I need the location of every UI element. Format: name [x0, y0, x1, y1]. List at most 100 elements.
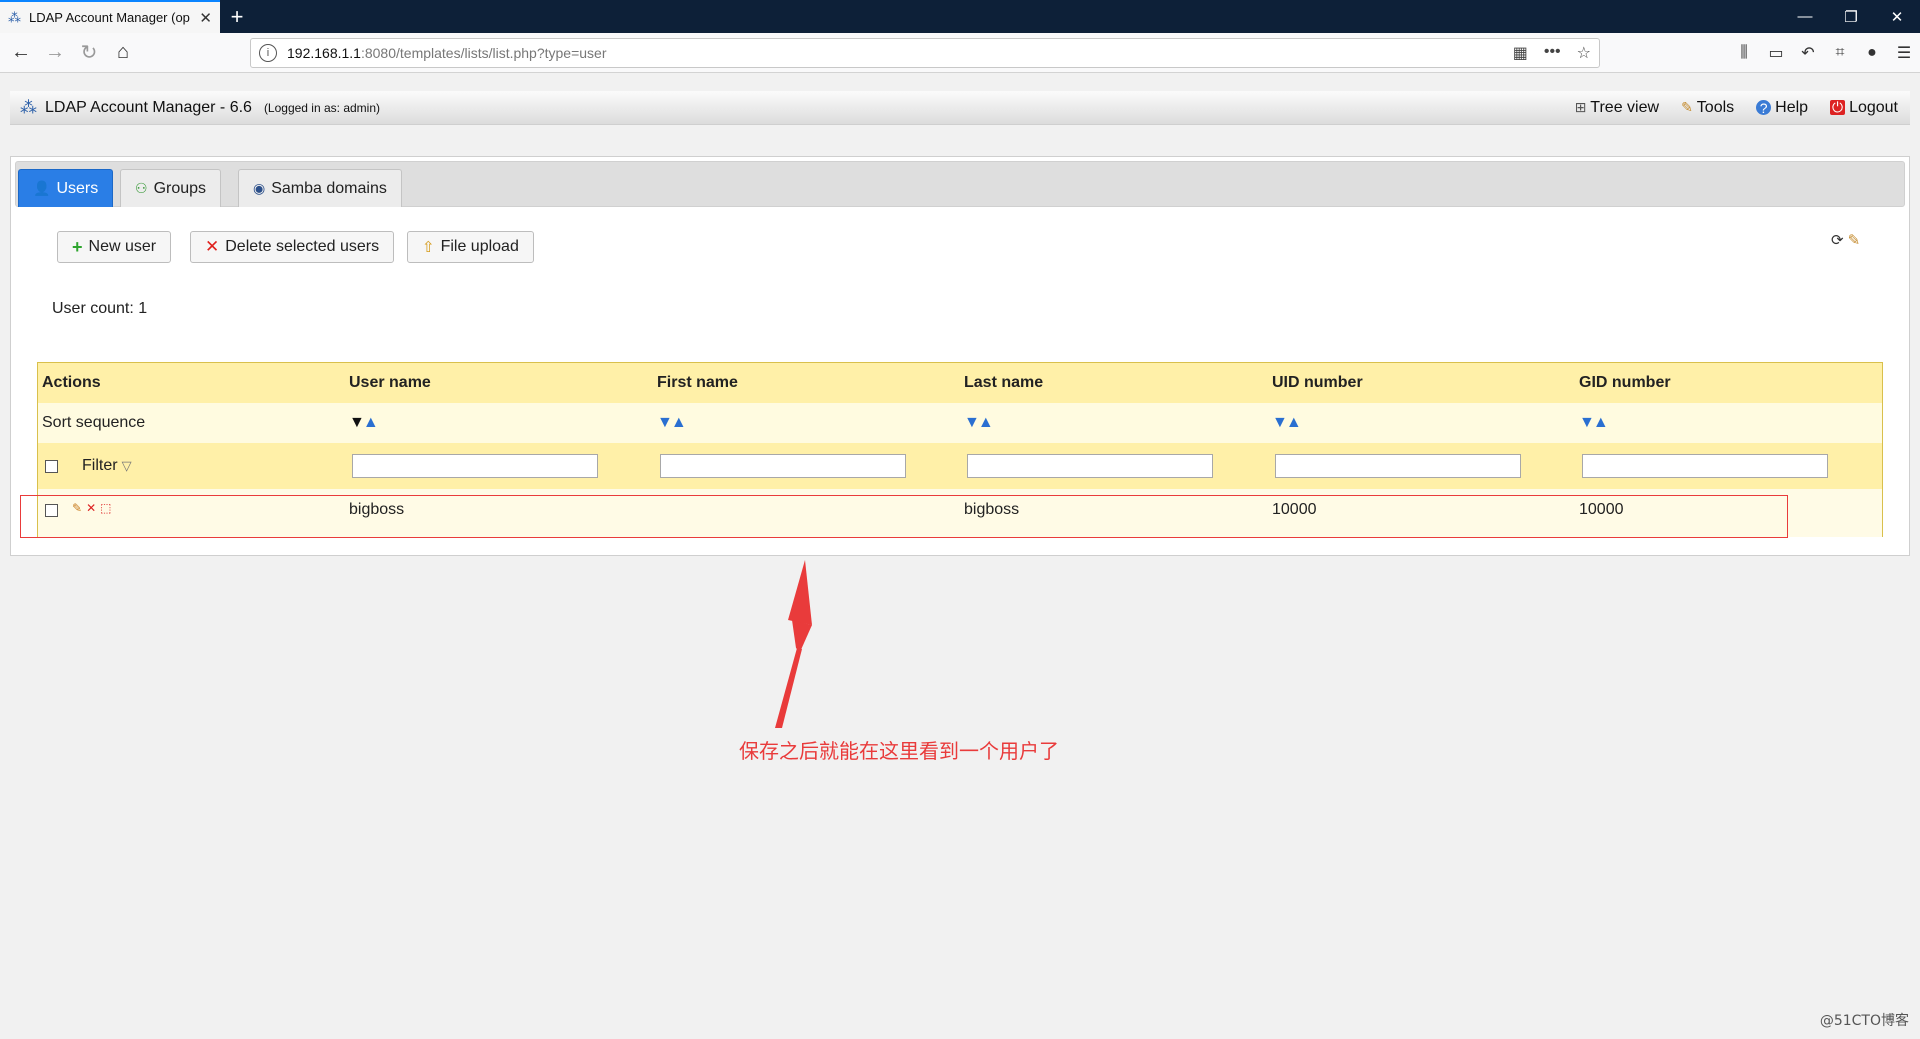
close-tab-icon[interactable]: ✕ — [199, 9, 212, 27]
tree-view-link[interactable]: ⊞ Tree view — [1575, 99, 1660, 117]
upload-arrow-icon: ⇧ — [422, 239, 435, 256]
user-icon: 👤 — [33, 180, 51, 196]
site-info-icon[interactable]: i — [259, 44, 277, 62]
help-link[interactable]: ? Help — [1756, 99, 1808, 117]
watermark: @51CTO博客 — [1819, 1013, 1909, 1029]
header-gid-number[interactable]: GID number — [1579, 363, 1671, 403]
delete-selected-users-button[interactable]: ✕ Delete selected users — [190, 231, 395, 263]
groups-icon: ⚇ — [135, 180, 148, 196]
close-window-icon[interactable]: ✕ — [1874, 0, 1920, 33]
file-upload-button[interactable]: ⇧ File upload — [407, 231, 534, 263]
header-first-name[interactable]: First name — [657, 363, 738, 403]
sort-descending-icon[interactable]: ▼ — [657, 414, 673, 432]
user-count: User count: 1 — [52, 300, 148, 317]
delete-icon: ✕ — [205, 237, 220, 256]
back-icon[interactable]: ← — [4, 36, 38, 70]
header-uid-number[interactable]: UID number — [1272, 363, 1363, 403]
chat-icon[interactable]: ● — [1856, 44, 1888, 62]
restore-icon[interactable]: ❐ — [1828, 0, 1874, 33]
filter-last-name-input[interactable] — [967, 454, 1213, 478]
browser-tab[interactable]: ⁂ LDAP Account Manager (op ✕ — [0, 0, 220, 33]
annotation-highlight-box — [20, 495, 1788, 538]
logout-link[interactable]: ⏻ Logout — [1830, 99, 1898, 117]
window-controls: — ❐ ✕ — [1782, 0, 1920, 33]
bookmark-star-icon[interactable]: ☆ — [1577, 43, 1591, 63]
sort-row: Sort sequence ▼ ▲ ▼ ▲ ▼ ▲ ▼ ▲ ▼ ▲ — [38, 403, 1882, 443]
file-upload-label: File upload — [440, 238, 519, 255]
select-all-checkbox[interactable] — [45, 459, 58, 473]
menu-icon[interactable]: ☰ — [1888, 43, 1920, 63]
logout-icon: ⏻ — [1830, 99, 1846, 115]
tree-view-label: Tree view — [1590, 98, 1660, 116]
url-bar[interactable]: i 192.168.1.1 :8080/templates/lists/list… — [250, 38, 1600, 68]
header-user-name[interactable]: User name — [349, 363, 431, 403]
app-title: LDAP Account Manager - 6.6 — [45, 98, 252, 116]
header-actions: Actions — [42, 374, 101, 391]
new-user-button[interactable]: + New user — [57, 231, 172, 263]
qr-code-icon[interactable]: ▦ — [1513, 43, 1528, 63]
filter-button[interactable]: Filter ▽ — [82, 443, 132, 489]
delete-selected-label: Delete selected users — [225, 238, 380, 255]
browser-tab-strip: ⁂ LDAP Account Manager (op ✕ + — ❐ ✕ — [0, 0, 1920, 33]
sort-descending-icon[interactable]: ▼ — [1272, 414, 1288, 432]
tools-label: Tools — [1696, 98, 1735, 116]
sort-ascending-icon[interactable]: ▲ — [1286, 414, 1302, 432]
annotation-arrow-neck — [792, 620, 812, 652]
tab-users[interactable]: 👤 Users — [18, 169, 114, 207]
annotation-text: 保存之后就能在这里看到一个用户了 — [739, 739, 1059, 763]
sort-ascending-icon[interactable]: ▲ — [978, 414, 994, 432]
sort-first-name: ▼ ▲ — [657, 403, 687, 443]
tree-icon: ⊞ — [1574, 99, 1587, 115]
list-tools: ⟳ ✎ — [1831, 231, 1860, 249]
new-tab-button[interactable]: + — [220, 0, 254, 33]
browser-nav-bar: ← → ↻ ⌂ i 192.168.1.1 :8080/templates/li… — [0, 33, 1920, 73]
tab-samba-domains-label: Samba domains — [271, 179, 387, 197]
refresh-icon[interactable]: ⟳ — [1831, 231, 1844, 249]
new-user-label: New user — [88, 238, 157, 255]
settings-wrench-icon[interactable]: ✎ — [1848, 231, 1861, 249]
lam-logo-icon: ⁂ — [20, 97, 37, 117]
tools-link[interactable]: ✎ Tools — [1681, 99, 1734, 117]
tab-groups[interactable]: ⚇ Groups — [120, 169, 222, 207]
filter-first-name-input[interactable] — [660, 454, 906, 478]
sort-descending-icon[interactable]: ▼ — [349, 414, 365, 432]
reload-icon[interactable]: ↻ — [72, 36, 106, 70]
logged-in-label: (Logged in as: admin) — [263, 100, 381, 115]
table-header-row: Actions User name First name Last name U… — [38, 363, 1882, 403]
screenshot-icon[interactable]: ⌗ — [1824, 44, 1856, 62]
tab-samba-domains[interactable]: ◉ Samba domains — [238, 169, 402, 207]
tab-groups-label: Groups — [153, 179, 207, 197]
header-last-name[interactable]: Last name — [964, 363, 1043, 403]
filter-funnel-icon: ▽ — [121, 458, 132, 473]
sort-ascending-icon[interactable]: ▲ — [363, 414, 379, 432]
help-icon: ? — [1756, 100, 1772, 116]
library-icon[interactable]: ⫼ — [1728, 44, 1760, 62]
filter-uid-number-input[interactable] — [1275, 454, 1521, 478]
sort-user-name: ▼ ▲ — [349, 403, 379, 443]
forward-icon[interactable]: → — [38, 36, 72, 70]
sort-descending-icon[interactable]: ▼ — [1579, 414, 1595, 432]
sort-ascending-icon[interactable]: ▲ — [671, 414, 687, 432]
sort-ascending-icon[interactable]: ▲ — [1593, 414, 1609, 432]
wrench-icon: ✎ — [1681, 99, 1693, 115]
annotation-arrow-head — [788, 560, 812, 625]
filter-label: Filter — [82, 457, 118, 474]
browser-tab-title: LDAP Account Manager (op — [29, 10, 190, 25]
sort-sequence-label: Sort sequence — [42, 414, 146, 431]
sort-descending-icon[interactable]: ▼ — [964, 414, 980, 432]
type-tab-bar: 👤 Users ⚇ Groups ◉ Samba domains — [15, 161, 1905, 207]
url-host: 192.168.1.1 — [287, 45, 361, 61]
filter-user-name-input[interactable] — [352, 454, 598, 478]
undo-icon[interactable]: ↶ — [1792, 43, 1824, 63]
logout-label: Logout — [1849, 98, 1898, 116]
home-icon[interactable]: ⌂ — [106, 36, 140, 70]
select-all-cell — [45, 443, 58, 489]
tab-users-label: Users — [56, 179, 99, 197]
help-label: Help — [1775, 98, 1809, 116]
sidebar-icon[interactable]: ▭ — [1760, 43, 1792, 63]
page-actions-icon[interactable]: ••• — [1544, 43, 1561, 63]
sort-last-name: ▼ ▲ — [964, 403, 994, 443]
url-path: :8080/templates/lists/list.php?type=user — [360, 45, 607, 61]
filter-gid-number-input[interactable] — [1582, 454, 1828, 478]
minimize-icon[interactable]: — — [1782, 0, 1828, 33]
